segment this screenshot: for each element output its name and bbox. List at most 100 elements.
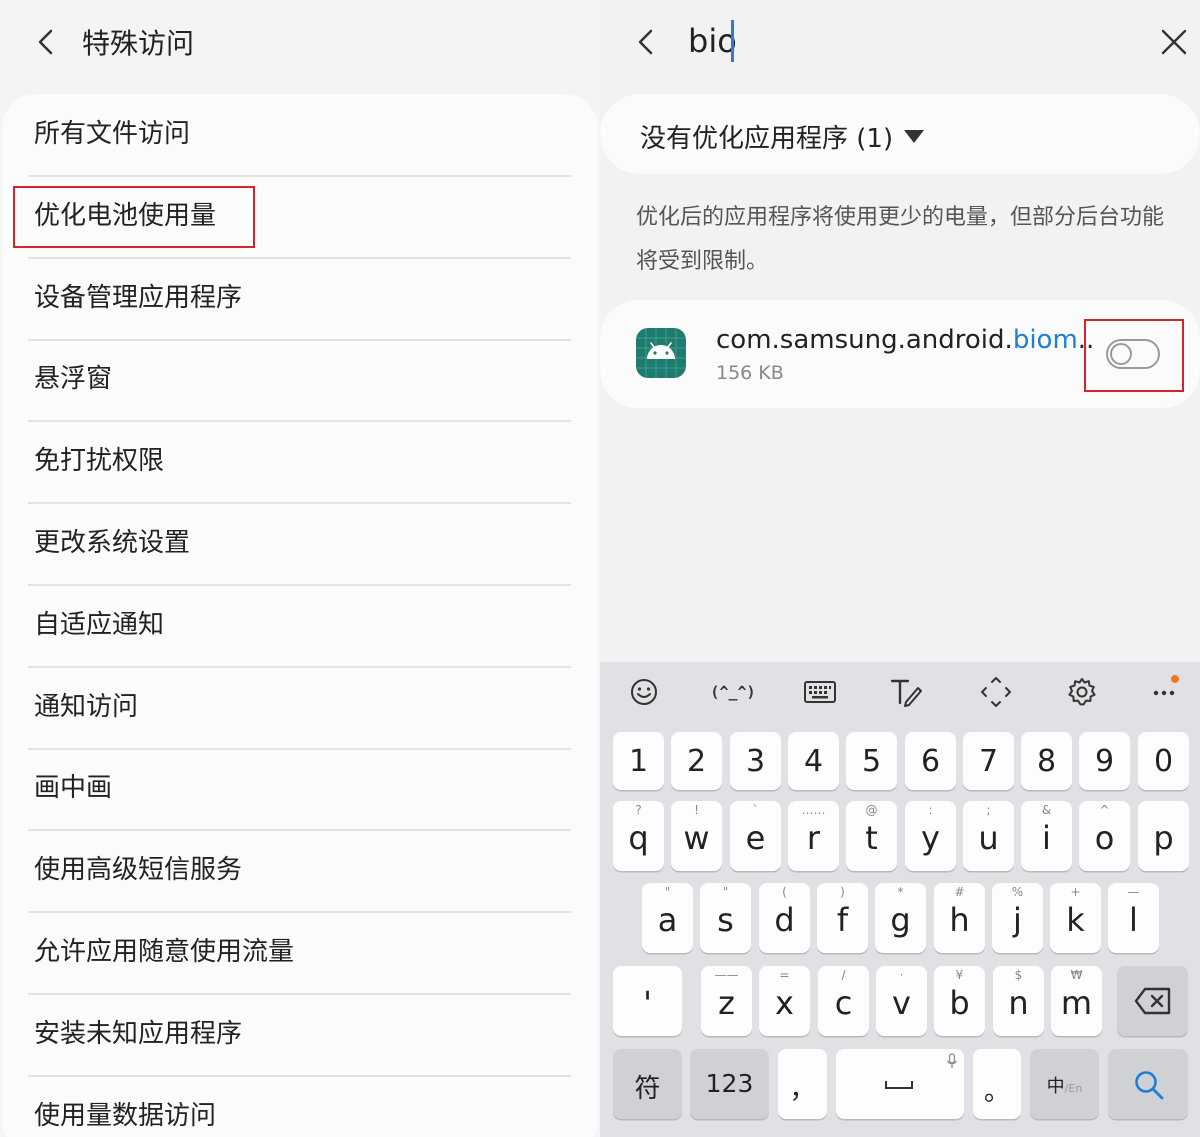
key-letter[interactable]: ; u [963,801,1014,871]
key-number[interactable]: 6 [905,732,956,790]
key-hint: " [664,885,671,899]
backspace-key[interactable] [1117,966,1188,1036]
back-button[interactable] [32,28,60,56]
menu-item[interactable]: 画中画 [34,748,574,829]
key-apostrophe[interactable]: ' [613,966,682,1036]
key-letter[interactable]: # h [934,883,985,953]
backspace-icon [1134,987,1171,1015]
key-label: n [1008,984,1029,1022]
key-letter[interactable]: ) f [817,883,868,953]
key-hint: + [1070,885,1081,899]
key-letter[interactable]: " a [642,883,693,953]
key-letter[interactable]: ^ o [1079,801,1130,871]
key-letter[interactable]: * g [875,883,926,953]
handwriting-icon [890,679,922,707]
key-letter[interactable]: ` e [730,801,781,871]
comma-key[interactable]: ， [778,1049,827,1119]
cursor-move-button[interactable] [976,672,1016,712]
page-title: 特殊访问 [82,27,195,60]
key-letter[interactable]: & i [1021,801,1072,871]
key-letter[interactable]: / c [818,966,869,1036]
key-hint: @ [865,803,878,817]
key-label: y [921,819,940,857]
key-number[interactable]: 8 [1021,732,1072,790]
handwriting-button[interactable] [886,672,926,712]
app-size: 156 KB [716,362,784,384]
key-label: u [978,819,999,857]
key-letter[interactable]: = x [759,966,810,1036]
language-switch-key[interactable]: 中/En [1030,1049,1099,1119]
menu-item[interactable]: 所有文件访问 [34,94,574,175]
key-letter[interactable]: …… r [788,801,839,871]
key-label: e [745,819,766,857]
menu-item[interactable]: 使用高级短信服务 [34,830,574,911]
menu-item[interactable]: 使用量数据访问 [34,1076,574,1137]
menu-item[interactable]: 更改系统设置 [34,503,574,584]
key-letter[interactable]: :y [905,801,956,871]
key-letter[interactable]: (d [759,883,810,953]
key-number[interactable]: 1 [613,732,664,790]
keyboard-icon [804,681,836,703]
key-number[interactable]: 9 [1079,732,1130,790]
key-letter[interactable]: p [1138,801,1189,871]
key-hint: ` [752,803,759,817]
key-letter[interactable]: + k [1050,883,1101,953]
key-hint: ! [694,803,699,817]
key-hint: / [841,968,846,982]
key-label: h [949,901,970,939]
text-cursor [731,20,734,62]
key-label: 6 [920,744,941,779]
key-hint: ₩ [1070,968,1083,982]
menu-item[interactable]: 允许应用随意使用流量 [34,912,574,993]
key-letter[interactable]: " s [700,883,751,953]
clear-search-button[interactable] [1158,26,1190,58]
emoji-button[interactable] [624,672,664,712]
key-letter[interactable]: —— z [701,966,752,1036]
period-key[interactable]: 。 [973,1049,1021,1119]
kaomoji-icon: (^_^) [710,683,756,701]
space-key[interactable] [836,1049,964,1119]
menu-item[interactable]: 自适应通知 [34,585,574,666]
key-number[interactable]: 2 [671,732,722,790]
keyboard-settings-button[interactable] [1062,672,1102,712]
menu-item[interactable]: 安装未知应用程序 [34,994,574,1075]
key-hint: # [954,885,965,899]
key-letter[interactable]: @ t [846,801,897,871]
symbol-key[interactable]: 符 [613,1049,682,1119]
search-back-button[interactable] [632,28,660,56]
key-letter[interactable]: ₩ m [1051,966,1102,1036]
key-number[interactable]: 5 [846,732,897,790]
key-letter[interactable]: ? q [613,801,664,871]
dropdown-arrow-icon [904,130,924,143]
key-label: v [892,984,911,1022]
key-label: g [890,901,911,939]
key-letter[interactable]: $ n [993,966,1044,1036]
menu-item[interactable]: 设备管理应用程序 [34,258,574,339]
key-number[interactable]: 7 [963,732,1014,790]
key-letter[interactable]: — l [1108,883,1159,953]
key-hint: = [779,968,790,982]
search-key[interactable] [1108,1049,1188,1119]
menu-item[interactable]: 通知访问 [34,667,574,748]
close-icon [1161,29,1187,55]
key-number[interactable]: 4 [788,732,839,790]
menu-item[interactable]: 免打扰权限 [34,421,574,502]
key-number[interactable]: 3 [730,732,781,790]
search-icon [1135,1071,1164,1100]
key-label: 9 [1094,744,1115,779]
key-hint: $ [1014,968,1023,982]
key-label: f [836,901,849,939]
key-number[interactable]: 0 [1138,732,1189,790]
keyboard-mode-button[interactable] [800,672,840,712]
key-letter[interactable]: ! w [671,801,722,871]
key-letter[interactable]: · v [876,966,927,1036]
numbers-key[interactable]: 123 [690,1049,769,1119]
numbers-key-label: 123 [705,1069,754,1098]
kaomoji-button[interactable]: (^_^) [708,672,758,712]
key-label: 1 [628,744,649,779]
key-letter[interactable]: ¥ b [934,966,985,1036]
filter-label: 没有优化应用程序 (1) [640,124,894,154]
search-input[interactable]: bio [688,22,737,60]
menu-item[interactable]: 悬浮窗 [34,339,574,420]
key-letter[interactable]: % j [992,883,1043,953]
